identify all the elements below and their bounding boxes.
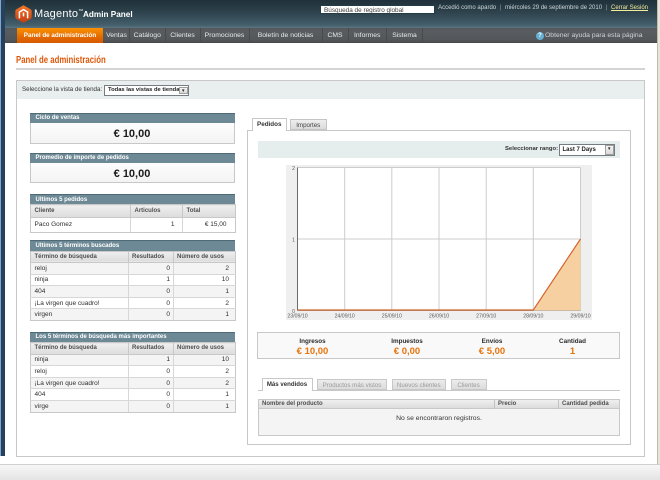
svg-text:26/09/10: 26/09/10 <box>429 314 449 320</box>
svg-text:1: 1 <box>292 238 295 244</box>
svg-text:29/09/10: 29/09/10 <box>570 314 590 320</box>
svg-text:28/09/10: 28/09/10 <box>523 314 543 320</box>
svg-text:2: 2 <box>292 166 295 172</box>
svg-text:25/09/10: 25/09/10 <box>382 314 402 320</box>
svg-text:23/09/10: 23/09/10 <box>287 314 307 320</box>
svg-text:24/09/10: 24/09/10 <box>335 314 355 320</box>
svg-text:27/09/10: 27/09/10 <box>476 314 496 320</box>
